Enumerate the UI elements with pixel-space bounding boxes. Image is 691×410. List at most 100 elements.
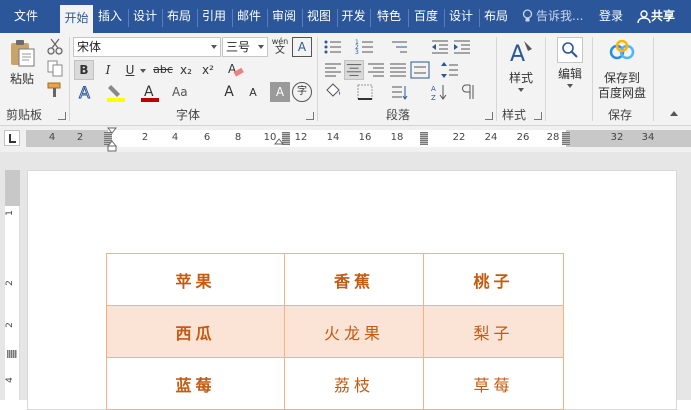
tab-home[interactable]: 开始 xyxy=(60,5,93,33)
table-cell[interactable]: 梨子 xyxy=(423,305,564,358)
dialog-launcher-icon[interactable] xyxy=(534,112,542,120)
text-effects-icon[interactable]: A xyxy=(76,82,96,103)
tab-references[interactable]: 引用 xyxy=(199,0,229,33)
tell-me-text: 告诉我... xyxy=(536,9,584,23)
table-cell[interactable]: 火龙果 xyxy=(284,305,424,358)
group-separator xyxy=(653,37,654,121)
fruit-table[interactable]: 苹果 香蕉 桃子 西瓜 火龙果 梨子 蓝莓 荔枝 草莓 xyxy=(106,253,564,410)
tab-table-layout[interactable]: 布局 xyxy=(481,0,511,33)
ruler-right-margin xyxy=(566,130,691,147)
tab-design[interactable]: 设计 xyxy=(130,0,160,33)
highlight-icon[interactable] xyxy=(106,82,126,102)
right-indent-marker-icon[interactable] xyxy=(274,138,284,150)
clear-formatting-icon[interactable]: A xyxy=(226,60,246,80)
multilevel-list-icon[interactable] xyxy=(390,37,410,57)
tell-me-box[interactable]: 告诉我... xyxy=(522,0,583,33)
tab-featured[interactable]: 特色 xyxy=(373,0,405,33)
ruler-tick: 12 xyxy=(294,132,308,143)
chevron-down-icon[interactable] xyxy=(140,69,146,73)
column-marker[interactable] xyxy=(420,132,428,145)
enclose-char-icon[interactable]: 字 xyxy=(292,82,312,102)
table-cell[interactable]: 蓝莓 xyxy=(106,357,285,410)
char-shading-icon[interactable]: A xyxy=(270,82,290,102)
editing-button[interactable]: 编辑 xyxy=(550,37,590,88)
cut-icon[interactable] xyxy=(45,36,65,56)
tab-separator xyxy=(408,9,409,27)
dialog-launcher-icon[interactable] xyxy=(306,112,314,120)
svg-text:A: A xyxy=(79,83,90,102)
justify-icon[interactable] xyxy=(388,60,408,80)
decrease-indent-icon[interactable] xyxy=(430,37,450,57)
dialog-launcher-icon[interactable] xyxy=(485,112,493,120)
bold-button[interactable]: B xyxy=(74,60,94,80)
indent-marker-icon[interactable] xyxy=(107,127,117,153)
ruler-tick: 28 xyxy=(546,132,560,143)
sort-icon[interactable]: AZ xyxy=(430,82,450,102)
ruler-tick: 22 xyxy=(452,132,466,143)
save-to-baidu-button[interactable]: 保存到 百度网盘 xyxy=(595,37,649,101)
distributed-icon[interactable] xyxy=(410,60,430,80)
table-cell[interactable]: 苹果 xyxy=(106,253,285,306)
chevron-down-icon xyxy=(258,45,264,49)
dialog-launcher-icon[interactable] xyxy=(58,112,66,120)
strikethrough-button[interactable]: abc xyxy=(150,60,176,80)
copy-icon[interactable] xyxy=(45,58,65,78)
align-center-icon[interactable] xyxy=(344,60,364,80)
show-marks-icon[interactable] xyxy=(458,82,478,102)
tab-mailings[interactable]: 邮件 xyxy=(234,0,264,33)
char-border-icon[interactable]: A xyxy=(292,37,312,57)
column-marker[interactable] xyxy=(562,132,570,145)
tab-insert[interactable]: 插入 xyxy=(95,0,125,33)
paste-button[interactable]: 粘贴 xyxy=(4,38,40,87)
table-cell[interactable]: 荔枝 xyxy=(284,357,424,410)
tab-view[interactable]: 视图 xyxy=(304,0,334,33)
shading-bucket-icon[interactable] xyxy=(323,82,343,102)
format-painter-icon[interactable] xyxy=(45,80,65,100)
align-right-icon[interactable] xyxy=(366,60,386,80)
svg-text:A: A xyxy=(144,84,154,100)
underline-button[interactable]: U xyxy=(120,60,140,80)
tab-baidu[interactable]: 百度 xyxy=(410,0,442,33)
align-left-icon[interactable] xyxy=(323,60,343,80)
tab-developer[interactable]: 开发 xyxy=(339,0,368,33)
italic-button[interactable]: I xyxy=(98,60,118,80)
superscript-button[interactable]: x² xyxy=(198,60,218,80)
font-group-label: 字体 xyxy=(176,108,201,122)
subscript-button[interactable]: x₂ xyxy=(176,60,196,80)
styles-label: 样式 xyxy=(508,71,533,85)
styles-button[interactable]: A 样式 xyxy=(501,37,541,92)
ruler-tick: 2 xyxy=(76,132,84,143)
borders-icon[interactable] xyxy=(355,82,375,102)
table-cell[interactable]: 草莓 xyxy=(423,357,564,410)
share-button[interactable]: 共享 xyxy=(637,0,675,33)
chinese-layout-icon[interactable] xyxy=(390,82,410,102)
row-marker[interactable] xyxy=(7,350,17,358)
clipboard-group-label: 剪贴板 xyxy=(6,108,43,122)
table-cell[interactable]: 香蕉 xyxy=(284,253,424,306)
font-size-combo[interactable]: 三号 xyxy=(222,37,268,57)
ruler-tick: 8 xyxy=(234,132,242,143)
grow-font-button[interactable]: A xyxy=(219,82,239,102)
tab-review[interactable]: 审阅 xyxy=(269,0,299,33)
save-label-line2: 百度网盘 xyxy=(597,86,646,100)
table-cell[interactable]: 桃子 xyxy=(423,253,564,306)
tab-stop-selector[interactable] xyxy=(4,130,20,146)
login-link[interactable]: 登录 xyxy=(599,0,623,33)
vruler-tick: 4 xyxy=(4,377,15,383)
increase-indent-icon[interactable] xyxy=(452,37,472,57)
tab-layout[interactable]: 布局 xyxy=(164,0,194,33)
bullets-icon[interactable] xyxy=(323,37,343,57)
collapse-ribbon-icon[interactable] xyxy=(670,111,678,116)
numbering-icon[interactable]: 123 xyxy=(355,37,375,57)
paste-icon xyxy=(11,40,35,67)
table-cell[interactable]: 西瓜 xyxy=(106,305,285,358)
font-size-label-icon[interactable]: Aa xyxy=(170,82,190,102)
tab-file[interactable]: 文件 xyxy=(4,0,48,33)
shrink-font-button[interactable]: A xyxy=(243,82,263,102)
line-spacing-icon[interactable] xyxy=(440,60,460,80)
font-name-combo[interactable]: 宋体 xyxy=(73,37,221,57)
font-color-icon[interactable]: A xyxy=(140,82,160,102)
tab-table-design[interactable]: 设计 xyxy=(446,0,476,33)
phonetic-guide-icon[interactable]: wén 文 xyxy=(270,37,290,57)
ribbon-tab-bar: 文件 开始 插入 设计 布局 引用 邮件 审阅 视图 开发 特色 百度 设计 布… xyxy=(0,0,691,33)
